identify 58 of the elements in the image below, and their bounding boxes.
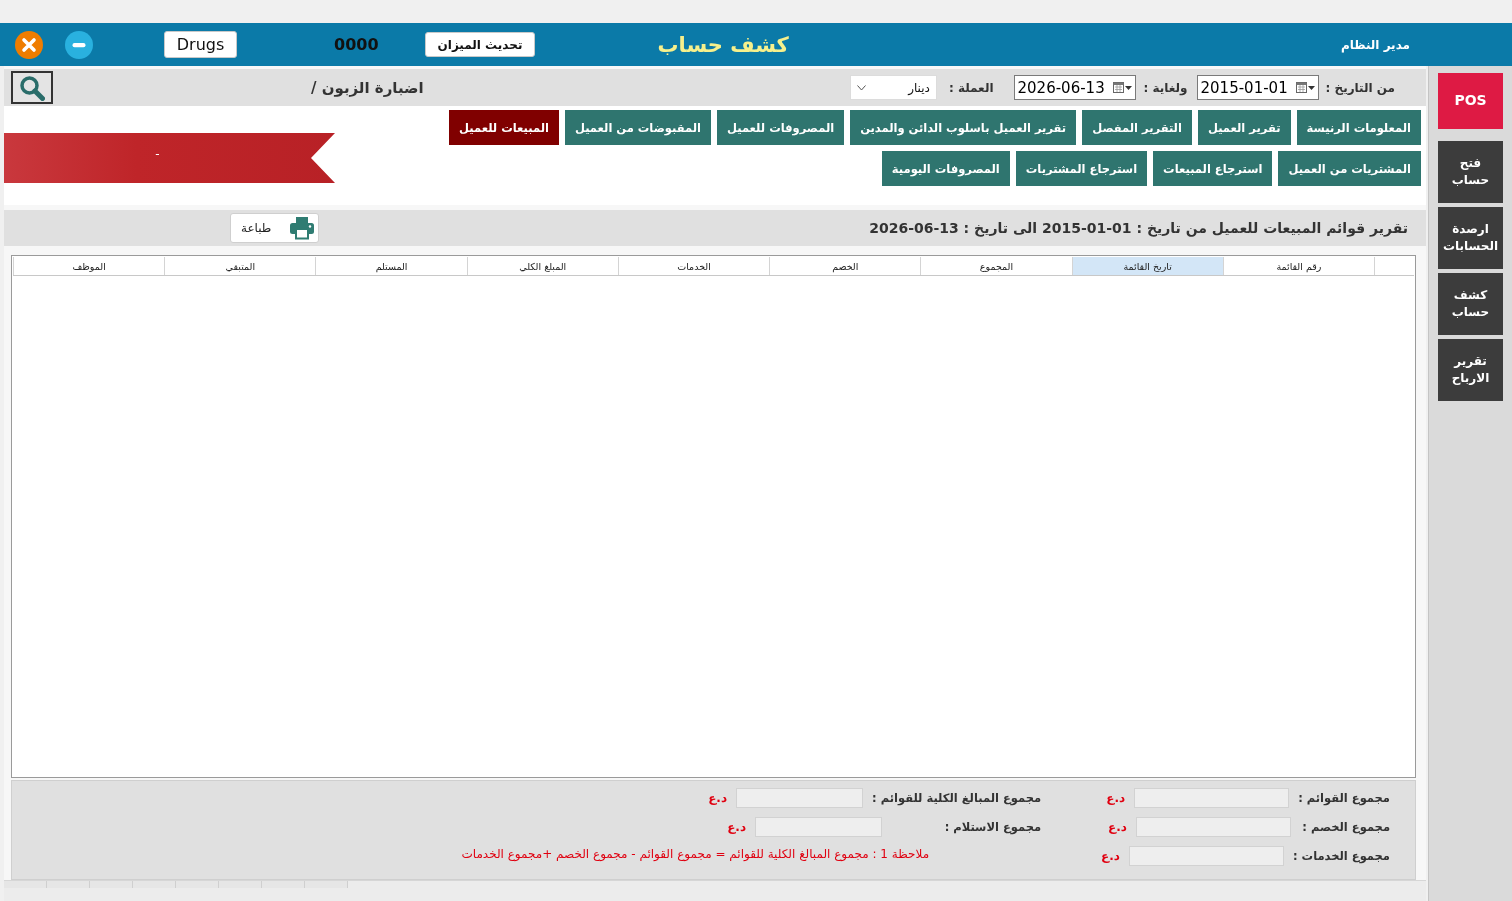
sidebar-button[interactable]: تقرير الارباح <box>1438 339 1503 401</box>
from-date-label: من التاريخ : <box>1325 80 1395 95</box>
total-field[interactable] <box>1129 845 1284 866</box>
currency-select[interactable]: دينار <box>849 75 937 100</box>
minimize-icon[interactable] <box>65 30 93 59</box>
report-button[interactable]: المقبوضات من العميل <box>564 110 711 145</box>
scale-reading: 0000 <box>334 35 379 54</box>
printer-icon <box>289 216 315 240</box>
currency-unit: د.ع <box>1101 848 1120 863</box>
report-button[interactable]: استرجاع المشتريات <box>1015 151 1148 186</box>
report-button[interactable]: المصروفات للعميل <box>716 110 845 145</box>
ribbon-text: - <box>155 147 160 161</box>
total-label: مجموع القوائم : <box>1298 789 1390 806</box>
sidebar-button[interactable]: كشف حساب <box>1438 273 1503 335</box>
calendar-icon <box>1112 82 1124 93</box>
report-button[interactable]: تقرير العميل باسلوب الدائن والمدين <box>850 110 1077 145</box>
to-date-label: ولغاية : <box>1143 80 1188 95</box>
currency-label: العملة : <box>948 80 994 95</box>
report-button[interactable]: تقرير العميل <box>1197 110 1291 145</box>
report-button[interactable]: المصروفات اليومية <box>881 151 1010 186</box>
report-button[interactable]: التقرير المفصل <box>1082 110 1192 145</box>
print-button[interactable]: طباعة <box>230 213 319 243</box>
search-button[interactable] <box>11 71 53 104</box>
currency-unit: د.ع <box>1108 819 1127 834</box>
search-icon <box>19 74 45 101</box>
total-field[interactable] <box>755 816 883 837</box>
report-button[interactable]: المعلومات الرنيسة <box>1296 110 1421 145</box>
database-button[interactable]: Drugs <box>164 31 237 58</box>
from-date-field[interactable]: 2015-01-01 <box>1196 75 1319 100</box>
update-scale-button[interactable]: تحديث الميزان <box>424 32 536 57</box>
chevron-down-icon <box>856 84 866 91</box>
report-button[interactable]: استرجاع المبيعات <box>1153 151 1273 186</box>
sidebar-button[interactable]: فتح حساب <box>1438 141 1503 203</box>
report-button[interactable]: المشتريات من العميل <box>1278 151 1421 186</box>
total-label: مجموع الاستلام : <box>943 818 1042 835</box>
total-label: مجموع المبالغ الكلية للقوائم : <box>872 789 1042 806</box>
caret-icon <box>1124 85 1132 90</box>
total-field[interactable] <box>1134 787 1290 808</box>
total-label: مجموع الخصم : <box>1301 818 1390 835</box>
total-field[interactable] <box>1136 816 1291 837</box>
user-name: مدير النظام <box>1340 37 1410 52</box>
window-title: كشف حساب <box>657 32 789 57</box>
calendar-icon <box>1295 82 1307 93</box>
currency-unit: د.ع <box>1106 790 1126 805</box>
column-header[interactable]: تاريخ القائمة <box>1071 257 1223 275</box>
report-button[interactable]: المبيعات للعميل <box>449 110 559 145</box>
total-label: مجموع الخدمات : <box>1293 847 1390 864</box>
currency-unit: د.ع <box>727 819 747 834</box>
currency-unit: د.ع <box>708 790 728 805</box>
close-icon[interactable] <box>15 30 43 59</box>
caret-icon <box>1307 85 1315 90</box>
total-field[interactable] <box>736 787 864 808</box>
report-title: تقرير قوائم المبيعات للعميل من تاريخ : 01-01-2015 الى تاريخ : 13-06-2026 <box>869 220 1408 236</box>
sidebar-button[interactable]: POS <box>1438 73 1503 129</box>
to-date-field[interactable]: 2026-06-13 <box>1013 75 1136 100</box>
formula-note: ملاحظة 1 : مجموع المبالغ الكلية للقوائم = مجموع القوائم - مجموع الخصم +مجموع الخدمات <box>461 847 930 861</box>
sidebar-button[interactable]: ارصدة الحسابات <box>1438 207 1503 269</box>
breadcrumb: اضبارة الزبون / <box>311 78 424 97</box>
